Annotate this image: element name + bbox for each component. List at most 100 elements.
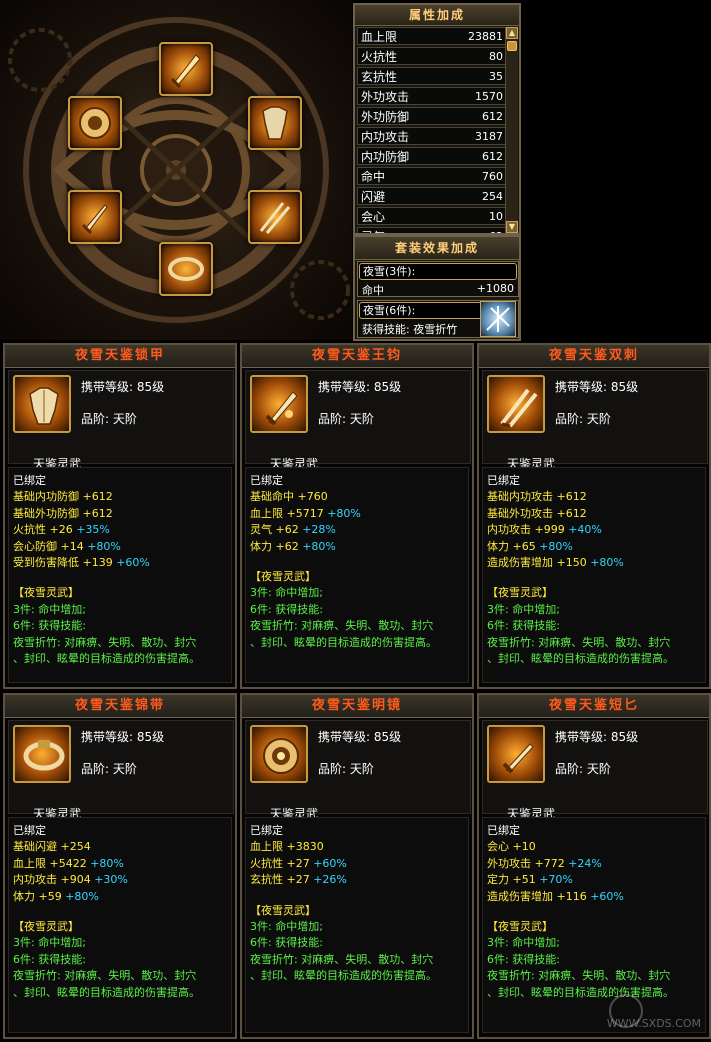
stat-base: +612 [82,506,113,520]
item-stat: 体力 +65 +80% [487,539,701,555]
set-effect-panel: 套装效果加成 夜雪(3件): 命中 +1080 夜雪(6件): 获得技能: 夜雪… [353,235,521,341]
stat-name: 基础命中 [250,490,294,504]
equipment-wheel [0,0,352,340]
stat-base: +14 [60,539,84,553]
stat-base: +612 [556,490,587,504]
slot-helmet[interactable] [68,96,122,150]
stat-percent: +80% [590,556,624,570]
item-stat: 血上限 +5422 +80% [13,856,227,872]
set-6-piece: 6件: 获得技能: [13,619,86,633]
set-3-piece: 3件: 命中增加; [250,920,323,934]
item-stat: 灵气 +62 +28% [250,522,464,538]
item-icon-slot[interactable] [13,375,71,433]
slot-belt[interactable] [159,242,213,296]
item-grade: 品阶: 天阶 [318,412,374,426]
item-stat: 体力 +62 +80% [250,539,464,555]
set-header: 【夜雪灵武】 [250,903,316,917]
item-card-header: 夜雪天鉴王钧 [242,345,472,368]
stat-base: +62 [275,523,299,537]
attribute-scrollbar[interactable]: ▲ ▼ [505,27,518,233]
item-details: 已绑定 会心 +10 外功攻击 +772 +24% 定力 +51 +70% 造成伤害增… [482,817,706,1033]
armor-icon [29,387,59,425]
stat-base: +612 [556,506,587,520]
item-level: 携带等级: 85级 [318,730,402,744]
item-card: 夜雪天鉴锦带 携带等级: 85级 品阶: 天阶 天鉴灵武 已绑定 基础闪避 +254 血上… [3,693,237,1039]
item-name: 夜雪天鉴明镜 [311,698,402,713]
item-icon-slot[interactable] [13,725,71,783]
bound-status: 已绑定 [487,824,520,837]
skill-icon[interactable] [480,301,516,337]
stat-base: +26 [49,523,73,537]
item-level: 携带等级: 85级 [81,380,165,394]
stat-base: +27 [286,856,310,870]
set-tier-3-stat-value: +1080 [476,282,514,295]
slot-dagger[interactable] [68,190,122,244]
scroll-up-button[interactable]: ▲ [506,27,518,39]
set-header: 【夜雪灵武】 [487,920,553,934]
attribute-value: 3187 [475,129,503,143]
belt-icon [168,257,204,281]
stat-name: 外功攻击 [487,856,531,870]
item-stat: 基础闪避 +254 [13,839,227,855]
set-tier-6-skill: 获得技能: 夜雪折竹 [362,323,458,336]
attribute-name: 外功攻击 [361,89,410,104]
stat-name: 造成伤害增加 [487,556,553,570]
stat-percent: +60% [590,889,624,903]
stat-name: 火抗性 [250,856,283,870]
stat-name: 血上限 [250,840,283,854]
item-card: 夜雪天鉴短匕 携带等级: 85级 品阶: 天阶 天鉴灵武 已绑定 会心 +10 外功攻击 … [477,693,711,1039]
item-stat: 基础外功防御 +612 [13,506,227,522]
item-name: 夜雪天鉴锦带 [74,698,165,713]
attribute-name: 血上限 [361,29,398,44]
attribute-value: 35 [489,69,503,83]
stat-base: +760 [297,490,328,504]
item-level: 携带等级: 85级 [318,380,402,394]
stat-percent: +35% [76,523,110,537]
scroll-thumb[interactable] [507,41,517,51]
item-card-header: 夜雪天鉴双刺 [479,345,709,368]
item-name: 夜雪天鉴短匕 [548,698,639,713]
stat-base: +62 [275,539,299,553]
scroll-down-button[interactable]: ▼ [506,221,518,233]
attribute-name: 玄抗性 [361,69,398,84]
item-icon-slot[interactable] [250,375,308,433]
item-card: 夜雪天鉴王钧 携带等级: 85级 品阶: 天阶 天鉴灵武 已绑定 基础命中 +760 血上… [240,343,474,689]
watermark: WWW.SXDS.COM [607,994,701,1030]
stat-name: 血上限 [250,506,283,520]
item-icon-slot[interactable] [250,725,308,783]
slot-weapon[interactable] [159,42,213,96]
item-stat: 基础内功防御 +612 [13,489,227,505]
set-6-piece: 6件: 获得技能: [487,619,560,633]
stat-base: +772 [534,856,565,870]
item-details: 已绑定 基础命中 +760 血上限 +5717 +80% 灵气 +62 +28% 体力… [245,467,469,683]
attribute-list[interactable]: 血上限 23881 火抗性 80 玄抗性 35 外功攻击 1570 外功防御 612 内功攻击 318… [357,27,507,233]
set-effect-title: 套装效果加成 [355,237,519,260]
item-icon-slot[interactable] [487,725,545,783]
attribute-row: 玄抗性 35 [357,67,507,85]
set-6-piece: 6件: 获得技能: [250,936,323,950]
bound-status: 已绑定 [487,474,520,487]
item-card: 夜雪天鉴明镜 携带等级: 85级 品阶: 天阶 天鉴灵武 已绑定 血上限 +3830 火抗… [240,693,474,1039]
item-level: 携带等级: 85级 [81,730,165,744]
attribute-row: 内功攻击 3187 [357,127,507,145]
slot-armor[interactable] [248,96,302,150]
item-grade: 品阶: 天阶 [81,412,137,426]
item-icon-slot[interactable] [487,375,545,433]
stat-base: +116 [556,889,587,903]
attribute-value: 10 [489,209,503,223]
attribute-row: 命中 760 [357,167,507,185]
item-stat: 玄抗性 +27 +26% [250,872,464,888]
attribute-name: 内功防御 [361,149,410,164]
item-grade: 品阶: 天阶 [555,412,611,426]
set-skill-desc: 夜雪折竹: 对麻痹、失明、散功、封穴 [13,635,197,649]
stat-base: +5717 [286,506,324,520]
stat-name: 内功攻击 [487,523,531,537]
stat-percent: +80% [327,506,361,520]
slot-twin-blades[interactable] [248,190,302,244]
stat-base: +254 [60,840,91,854]
set-skill-desc-cont: 、封印、眩晕的目标造成的伤害提高。 [487,652,674,666]
mirror-icon [263,738,299,774]
stat-name: 内功攻击 [13,873,57,887]
twin-blades-icon [259,202,291,234]
item-card-header: 夜雪天鉴明镜 [242,695,472,718]
